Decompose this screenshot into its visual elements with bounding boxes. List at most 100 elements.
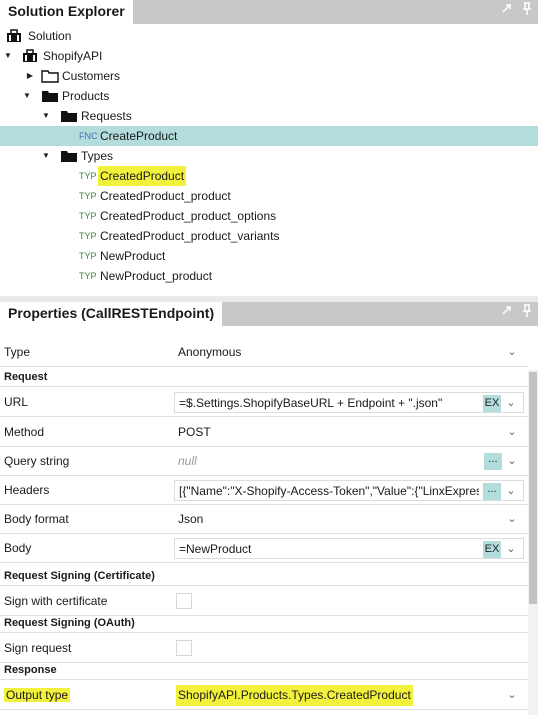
prop-label: URL xyxy=(4,395,29,409)
solution-explorer-title: Solution Explorer xyxy=(0,0,134,24)
chevron-down-icon[interactable]: ⌄ xyxy=(506,342,518,363)
tree-item-label: NewProduct xyxy=(100,249,166,263)
prop-label: Output type xyxy=(4,681,71,710)
properties-grid: Type Anonymous ⌄ Request URL =$.Settings… xyxy=(0,326,538,715)
expression-editor-button[interactable]: EX xyxy=(483,541,501,558)
prop-value-text: =NewProduct xyxy=(179,542,252,556)
chevron-down-icon[interactable]: ⌄ xyxy=(506,451,518,472)
headers-field[interactable]: [{"Name":"X-Shopify-Access-Token","Value… xyxy=(174,480,524,501)
expand-right-icon[interactable]: ▶ xyxy=(25,66,35,86)
solution-tree: Solution ▼ ShopifyAPI ▶ Customers ▼ Prod… xyxy=(0,24,538,296)
chevron-down-icon[interactable]: ⌄ xyxy=(505,481,517,500)
prop-label: Body format xyxy=(4,512,69,526)
tree-item-label: CreatedProduct xyxy=(98,166,187,186)
section-request-signing-oauth[interactable]: Request Signing (OAuth) xyxy=(0,614,528,633)
prop-row-sign-request: Sign request xyxy=(0,634,528,663)
solution-explorer-header: Solution Explorer xyxy=(0,0,538,24)
prop-label: Sign with certificate xyxy=(4,594,108,608)
ellipsis-button[interactable]: ... xyxy=(483,483,501,500)
method-select[interactable]: POST ⌄ xyxy=(174,422,524,443)
chevron-down-icon[interactable]: ⌄ xyxy=(505,539,517,558)
prop-value-text: [{"Name":"X-Shopify-Access-Token","Value… xyxy=(179,484,479,498)
fnc-tag: FNC xyxy=(79,131,98,141)
url-field[interactable]: =$.Settings.ShopifyBaseURL + Endpoint + … xyxy=(174,392,524,413)
tree-item-label: Customers xyxy=(62,69,121,83)
tree-item-createdproduct-product-variants[interactable]: TYP CreatedProduct_product_variants xyxy=(0,226,538,246)
chevron-down-icon[interactable]: ⌄ xyxy=(506,685,518,706)
expand-down-icon[interactable]: ▼ xyxy=(41,146,51,166)
sign-request-checkbox[interactable] xyxy=(176,640,192,656)
tree-item-label: CreatedProduct_product xyxy=(100,189,231,203)
pin-icon[interactable] xyxy=(520,304,534,320)
ellipsis-button[interactable]: ... xyxy=(484,453,502,470)
expand-down-icon[interactable]: ▼ xyxy=(3,46,13,66)
scrollbar-thumb[interactable] xyxy=(529,372,537,604)
output-type-label: Output type xyxy=(4,688,71,702)
tree-item-createdproduct[interactable]: TYP CreatedProduct xyxy=(0,166,538,186)
prop-placeholder-text: null xyxy=(178,454,197,468)
properties-title: Properties (CallRESTEndpoint) xyxy=(0,302,224,326)
prop-row-method: Method POST ⌄ xyxy=(0,418,528,447)
prop-row-body: Body =NewProduct EX ⌄ xyxy=(0,534,528,563)
prop-label: Query string xyxy=(4,454,70,468)
tree-item-newproduct-product[interactable]: TYP NewProduct_product xyxy=(0,266,538,286)
pin-icon[interactable] xyxy=(520,2,534,18)
query-string-field[interactable]: null ... ⌄ xyxy=(174,451,524,472)
chevron-down-icon[interactable]: ⌄ xyxy=(505,393,517,412)
tree-item-label: Solution xyxy=(28,29,72,43)
prop-label: Headers xyxy=(4,483,50,497)
typ-tag: TYP xyxy=(79,231,97,241)
prop-value-text: Anonymous xyxy=(178,345,242,359)
tree-item-label: Requests xyxy=(81,109,132,123)
float-icon[interactable] xyxy=(500,2,514,18)
expression-editor-button[interactable]: EX xyxy=(483,395,501,412)
typ-tag: TYP xyxy=(79,271,97,281)
tree-item-createdproduct-product-options[interactable]: TYP CreatedProduct_product_options xyxy=(0,206,538,226)
body-field[interactable]: =NewProduct EX ⌄ xyxy=(174,538,524,559)
body-format-select[interactable]: Json ⌄ xyxy=(174,509,524,530)
tree-item-products[interactable]: ▼ Products xyxy=(0,86,538,106)
prop-label: Method xyxy=(4,425,45,439)
prop-row-url: URL =$.Settings.ShopifyBaseURL + Endpoin… xyxy=(0,388,528,417)
tree-item-createdproduct-product[interactable]: TYP CreatedProduct_product xyxy=(0,186,538,206)
prop-row-query-string: Query string null ... ⌄ xyxy=(0,447,528,476)
tree-item-label: CreatedProduct_product_options xyxy=(100,209,277,223)
expand-down-icon[interactable]: ▼ xyxy=(22,86,32,106)
float-icon[interactable] xyxy=(500,304,514,320)
output-type-select[interactable]: ShopifyAPI.Products.Types.CreatedProduct… xyxy=(174,685,524,706)
properties-header: Properties (CallRESTEndpoint) xyxy=(0,302,538,326)
prop-label: Body xyxy=(4,541,32,555)
prop-row-type: Type Anonymous ⌄ xyxy=(0,338,528,367)
prop-row-headers: Headers [{"Name":"X-Shopify-Access-Token… xyxy=(0,476,528,505)
tree-item-label: NewProduct_product xyxy=(100,269,213,283)
prop-row-output-type: Output type ShopifyAPI.Products.Types.Cr… xyxy=(0,681,528,710)
tree-item-newproduct[interactable]: TYP NewProduct xyxy=(0,246,538,266)
sign-with-certificate-checkbox[interactable] xyxy=(176,593,192,609)
tree-item-types[interactable]: ▼ Types xyxy=(0,146,538,166)
section-request[interactable]: Request xyxy=(0,368,528,387)
tree-item-label: ShopifyAPI xyxy=(43,49,103,63)
tree-item-label: CreatedProduct_product_variants xyxy=(100,229,280,243)
prop-value-text: =$.Settings.ShopifyBaseURL + Endpoint + … xyxy=(179,396,443,410)
tree-item-solution[interactable]: Solution xyxy=(0,26,538,46)
prop-row-sign-with-certificate: Sign with certificate xyxy=(0,587,528,616)
tree-item-label: Types xyxy=(81,149,114,163)
prop-value-text: POST xyxy=(178,425,211,439)
prop-value-text: ShopifyAPI.Products.Types.CreatedProduct xyxy=(176,685,413,706)
typ-tag: TYP xyxy=(79,171,97,181)
prop-row-body-format: Body format Json ⌄ xyxy=(0,505,528,534)
expand-down-icon[interactable]: ▼ xyxy=(41,106,51,126)
chevron-down-icon[interactable]: ⌄ xyxy=(506,422,518,443)
type-select[interactable]: Anonymous ⌄ xyxy=(174,342,524,363)
tree-item-label: Products xyxy=(62,89,110,103)
tree-item-createproduct[interactable]: FNC CreateProduct xyxy=(0,126,538,146)
tree-item-shopifyapi[interactable]: ▼ ShopifyAPI xyxy=(0,46,538,66)
prop-value-text: Json xyxy=(178,512,204,526)
tree-item-requests[interactable]: ▼ Requests xyxy=(0,106,538,126)
tree-item-customers[interactable]: ▶ Customers xyxy=(0,66,538,86)
typ-tag: TYP xyxy=(79,251,97,261)
section-request-signing-certificate[interactable]: Request Signing (Certificate) xyxy=(0,567,528,586)
chevron-down-icon[interactable]: ⌄ xyxy=(506,509,518,530)
section-response[interactable]: Response xyxy=(0,661,528,680)
prop-label: Sign request xyxy=(4,641,72,655)
